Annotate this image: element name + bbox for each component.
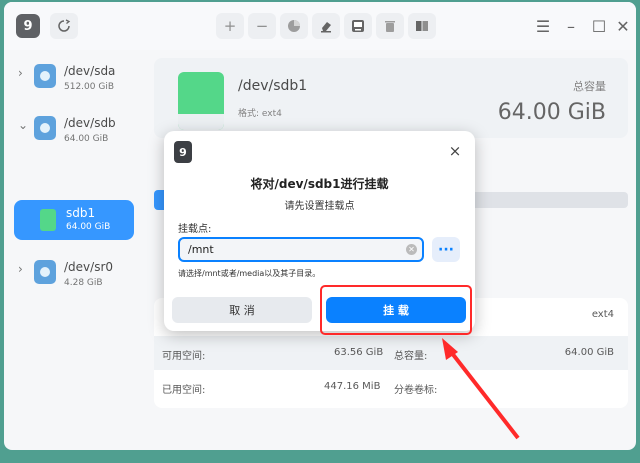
annotation-arrow xyxy=(442,338,520,440)
